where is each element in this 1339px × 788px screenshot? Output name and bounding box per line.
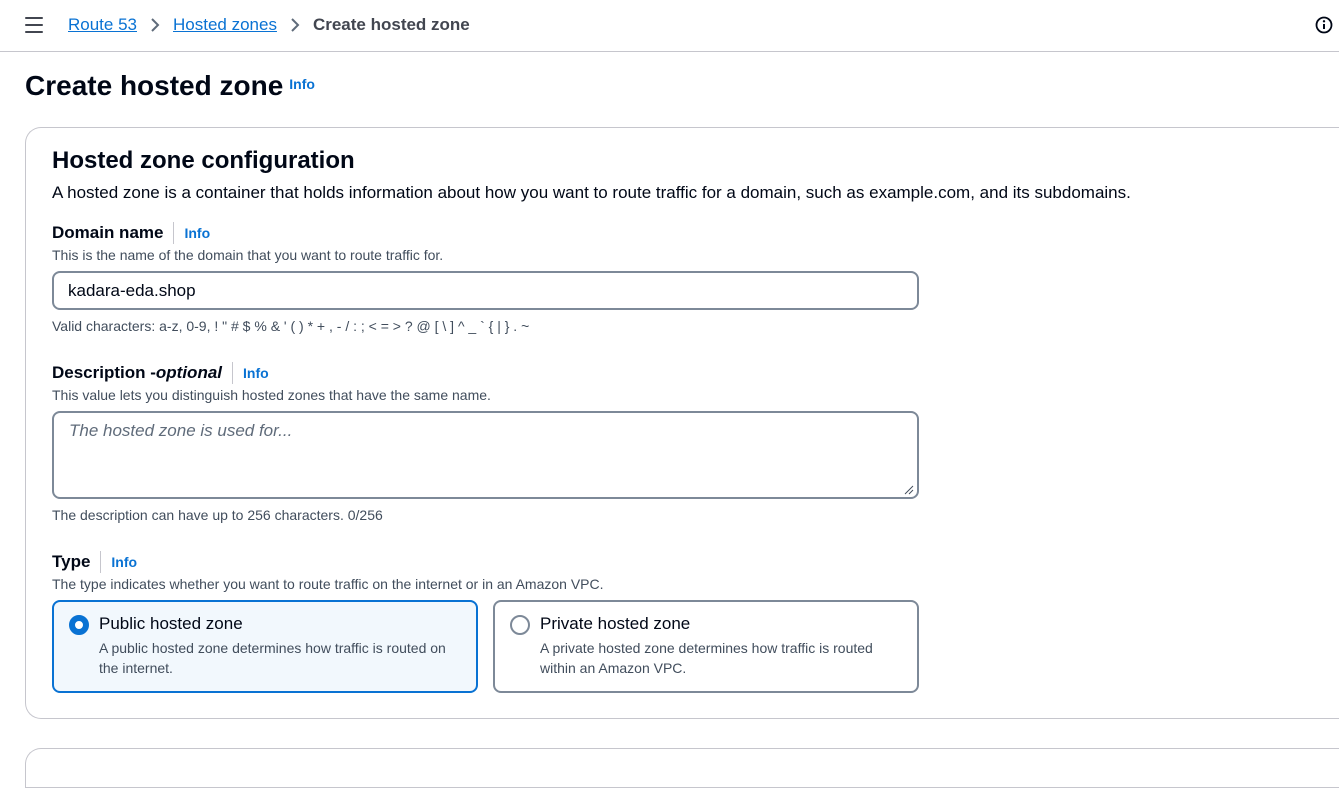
breadcrumb-link-route53[interactable]: Route 53 xyxy=(68,15,137,35)
description-textarea[interactable] xyxy=(52,411,919,499)
domain-name-label: Domain name Info xyxy=(52,222,210,244)
chevron-right-icon xyxy=(290,17,300,33)
type-description: The type indicates whether you want to r… xyxy=(52,576,604,592)
breadcrumb-current: Create hosted zone xyxy=(312,15,470,34)
type-info-link[interactable]: Info xyxy=(111,554,137,570)
description-hint: The description can have up to 256 chara… xyxy=(52,507,383,523)
page-info-link[interactable]: Info xyxy=(289,76,315,92)
private-hosted-zone-title: Private hosted zone xyxy=(540,614,691,633)
description-label: Description - optional Info xyxy=(52,362,269,384)
domain-name-label-text: Domain name xyxy=(52,223,164,242)
breadcrumb: Route 53 Hosted zones Create hosted zone xyxy=(68,15,470,35)
domain-name-info-link[interactable]: Info xyxy=(184,225,210,241)
next-panel xyxy=(25,748,1339,788)
hosted-zone-configuration-panel: Hosted zone configuration A hosted zone … xyxy=(25,127,1339,719)
domain-name-input[interactable]: kadara-eda.shop xyxy=(52,271,919,310)
type-label: Type Info xyxy=(52,551,137,573)
public-hosted-zone-radio[interactable] xyxy=(69,615,89,635)
description-optional-text: optional xyxy=(155,363,223,382)
resize-grip-icon[interactable] xyxy=(904,485,914,495)
description-label-text: Description - xyxy=(52,363,156,382)
panel-title: Hosted zone configuration xyxy=(52,147,355,174)
domain-name-hint: Valid characters: a-z, 0-9, ! " # $ % & … xyxy=(52,318,530,334)
page-title-text: Create hosted zone xyxy=(25,70,284,101)
public-hosted-zone-description: A public hosted zone determines how traf… xyxy=(99,640,446,676)
domain-name-description: This is the name of the domain that you … xyxy=(52,247,444,263)
private-hosted-zone-radio[interactable] xyxy=(510,615,530,635)
public-hosted-zone-title: Public hosted zone xyxy=(99,614,243,633)
chevron-right-icon xyxy=(150,17,160,33)
top-navigation-bar: Route 53 Hosted zones Create hosted zone xyxy=(0,0,1339,52)
description-field-description: This value lets you distinguish hosted z… xyxy=(52,387,491,403)
private-hosted-zone-description: A private hosted zone determines how tra… xyxy=(540,640,873,676)
breadcrumb-link-hosted-zones[interactable]: Hosted zones xyxy=(173,15,277,35)
private-hosted-zone-tile[interactable]: Private hosted zone A private hosted zon… xyxy=(493,600,919,693)
description-info-link[interactable]: Info xyxy=(243,365,269,381)
page-title: Create hosted zone Info xyxy=(25,70,315,102)
public-hosted-zone-tile[interactable]: Public hosted zone A public hosted zone … xyxy=(52,600,478,693)
hamburger-menu-icon[interactable] xyxy=(25,17,43,33)
panel-description: A hosted zone is a container that holds … xyxy=(52,183,1131,202)
type-label-text: Type xyxy=(52,552,91,571)
info-circle-icon[interactable] xyxy=(1315,16,1333,34)
